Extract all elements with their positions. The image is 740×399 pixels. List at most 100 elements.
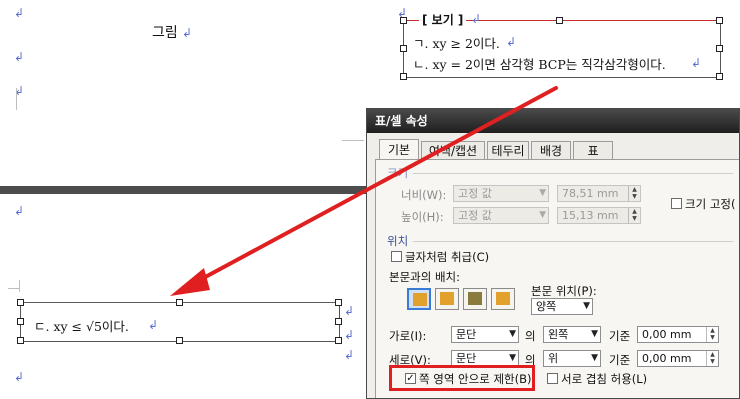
resize-handle[interactable] — [335, 299, 342, 306]
paragraph-mark: ↲ — [344, 348, 355, 362]
tab-table[interactable]: 표 — [573, 141, 613, 159]
paragraph-mark: ↲ — [344, 328, 355, 342]
margin-corner — [19, 280, 20, 292]
box-item-3-suffix: 이다. — [101, 319, 129, 334]
allow-overlap-checkbox[interactable] — [547, 373, 558, 384]
wrap-square-icon — [413, 293, 427, 306]
wrap-top-bottom-button[interactable] — [435, 288, 459, 310]
spinner-arrows-icon: ▲ ▼ — [706, 351, 718, 366]
paragraph-mark: ↲ — [148, 318, 159, 332]
fix-size-label: 크기 고정( — [685, 197, 736, 211]
wrap-in-front-button[interactable] — [491, 288, 515, 310]
resize-handle[interactable] — [335, 318, 342, 325]
paragraph-mark: ↲ — [182, 26, 193, 40]
horizontal-offset-spinner[interactable]: 0,00 mm ▲ ▼ — [637, 326, 719, 343]
chevron-down-icon: ▼ — [583, 301, 590, 311]
height-spinner[interactable]: 15,13 mm ▲ ▼ — [557, 207, 641, 224]
spinner-arrows-icon: ▲ ▼ — [706, 327, 718, 342]
height-value: 15,13 mm — [562, 209, 619, 222]
paragraph-mark: ↲ — [506, 35, 517, 49]
paragraph-mark: ↲ — [691, 56, 702, 70]
horizontal-align-value: 왼쪽 — [548, 328, 569, 341]
width-value: 78,51 mm — [562, 187, 619, 200]
vertical-offset-spinner[interactable]: 0,00 mm ▲ ▼ — [637, 350, 719, 367]
box-item-3: ㄷ. xy ≤ √5이다. — [34, 316, 129, 335]
paragraph-mark: ↲ — [14, 204, 25, 218]
text-position-value: 양쪽 — [536, 300, 557, 313]
resize-handle[interactable] — [556, 17, 563, 24]
resize-handle[interactable] — [400, 73, 407, 80]
paragraph-mark: ↲ — [14, 370, 25, 384]
document-top-right: ↲ [ 보기 ] ↲ ㄱ. xy ≥ 2이다. ↲ ㄴ. xy = 2이면 삼각… — [395, 0, 740, 92]
chevron-down-icon: ▼ — [591, 329, 598, 339]
allow-overlap-label: 서로 겹침 허용(L) — [561, 372, 648, 386]
resize-handle[interactable] — [17, 337, 24, 344]
bogi-item-2: ㄴ. xy = 2이면 삼각형 BCP는 직각삼각형이다. — [413, 57, 666, 72]
wrap-front-icon — [496, 292, 510, 305]
resize-handle[interactable] — [335, 337, 342, 344]
position-group-label: 위치 — [387, 234, 409, 248]
box-item-3-math: ㄷ. xy ≤ √5 — [34, 319, 102, 334]
table-cell-properties-dialog: 표/셀 속성 기본 여백/캡션 테두리 배경 표 크기 너비(W): 고정 값 ▼… — [366, 108, 740, 399]
height-label: 높이(H): — [401, 210, 444, 224]
chevron-down-icon: ▼ — [591, 353, 598, 363]
wrap-square-button[interactable] — [407, 288, 431, 310]
fix-size-checkbox[interactable] — [671, 198, 682, 209]
margin-corner — [6, 88, 17, 110]
wrap-top-bottom-icon — [440, 292, 454, 305]
wrap-behind-text-button[interactable] — [463, 288, 487, 310]
horizontal-ref-select[interactable]: 문단 ▼ — [451, 326, 519, 343]
vertical-align-value: 위 — [548, 352, 559, 365]
vertical-base-label: 기준 — [609, 353, 631, 367]
size-group-line — [413, 173, 733, 174]
treat-as-char-label: 글자처럼 취급(C) — [405, 250, 490, 264]
paragraph-mark: ↲ — [344, 304, 355, 318]
position-group-line — [413, 241, 733, 242]
resize-handle[interactable] — [716, 45, 723, 52]
resize-handle[interactable] — [176, 299, 183, 306]
chevron-down-icon: ▼ — [539, 210, 546, 220]
document-top-left: ↲ 그림 ↲ ↲ ↲ — [0, 0, 364, 188]
treat-as-char-checkbox[interactable] — [391, 251, 402, 262]
size-group-label: 크기 — [387, 166, 409, 180]
resize-handle[interactable] — [176, 337, 183, 344]
resize-handle[interactable] — [400, 45, 407, 52]
wrap-label: 본문과의 배치: — [389, 270, 461, 284]
page-separator — [0, 186, 368, 194]
chevron-down-icon: ▼ — [509, 353, 516, 363]
tab-margin-caption[interactable]: 여백/캡션 — [421, 141, 485, 159]
spinner-arrows-icon: ▲ ▼ — [628, 208, 640, 223]
document-bottom-left: ↲ ㄷ. xy ≤ √5이다. ↲ ↲ ↲ ↲ ↲ — [0, 194, 366, 399]
tab-basic[interactable]: 기본 — [379, 139, 419, 159]
width-mode-select[interactable]: 고정 값 ▼ — [453, 185, 549, 202]
width-mode-value: 고정 값 — [458, 187, 492, 200]
horizontal-align-select[interactable]: 왼쪽 ▼ — [543, 326, 601, 343]
width-label: 너비(W): — [401, 188, 447, 202]
margin-corner — [342, 140, 364, 141]
vertical-offset-value: 0,00 mm — [642, 352, 692, 365]
resize-handle[interactable] — [17, 299, 24, 306]
text-position-label: 본문 위치(P): — [531, 284, 597, 298]
resize-handle[interactable] — [400, 17, 407, 24]
bogi-title: [ 보기 ] — [419, 11, 467, 28]
horizontal-of-label: 의 — [525, 329, 536, 343]
resize-handle[interactable] — [17, 318, 24, 325]
spinner-arrows-icon: ▲ ▼ — [628, 186, 640, 201]
horizontal-offset-value: 0,00 mm — [642, 328, 692, 341]
vertical-ref-value: 문단 — [456, 352, 477, 365]
tab-background[interactable]: 배경 — [531, 141, 571, 159]
highlight-frame — [389, 365, 535, 391]
horizontal-base-label: 기준 — [609, 329, 631, 343]
height-mode-select[interactable]: 고정 값 ▼ — [453, 207, 549, 224]
resize-handle[interactable] — [716, 73, 723, 80]
tab-border[interactable]: 테두리 — [487, 141, 529, 159]
figure-label: 그림 — [152, 25, 178, 41]
width-spinner[interactable]: 78,51 mm ▲ ▼ — [557, 185, 641, 202]
horizontal-ref-value: 문단 — [456, 328, 477, 341]
resize-handle[interactable] — [716, 17, 723, 24]
text-position-select[interactable]: 양쪽 ▼ — [531, 298, 593, 315]
dialog-title[interactable]: 표/셀 속성 — [367, 109, 739, 133]
height-mode-value: 고정 값 — [458, 209, 492, 222]
paragraph-mark: ↲ — [14, 50, 25, 64]
vertical-align-select[interactable]: 위 ▼ — [543, 350, 601, 367]
